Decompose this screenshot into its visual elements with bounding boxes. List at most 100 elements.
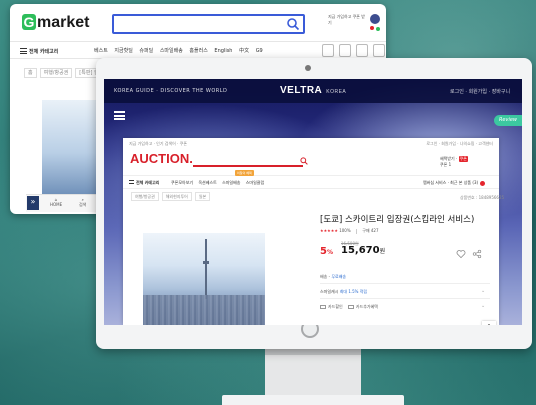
rating-divider — [355, 228, 357, 234]
mypage-icon[interactable] — [339, 44, 351, 57]
rating-percent: 100% — [339, 228, 351, 233]
hamburger-menu-icon[interactable] — [114, 111, 125, 120]
nav-link[interactable]: English — [214, 48, 232, 54]
chevron-down-icon[interactable]: ⌄ — [481, 303, 485, 309]
gmarket-category-menu[interactable]: 전체 카테고리 — [20, 47, 58, 55]
breadcrumb-item[interactable]: 여행/항공권 — [39, 68, 73, 78]
product-title: [도쿄] 스카이트리 입장권(스킵라인 서비스) — [320, 215, 475, 225]
review-count: 구매 427 — [362, 228, 379, 233]
nav-right-label: 멤버십 서비스 · 최근 본 상품 (3) — [423, 180, 479, 185]
recent-icon[interactable] — [356, 44, 368, 57]
monitor-stand-base — [222, 395, 404, 405]
star-rating-icon: ★★★★★ — [320, 228, 338, 233]
coupon-icon[interactable] — [322, 44, 334, 57]
price-value: 15,670 — [341, 245, 380, 256]
card-benefits[interactable]: 카드할인 카드추가혜택 — [320, 304, 378, 310]
hot-tag: 이달의 혜택 — [235, 170, 254, 176]
monitor-stand-neck — [265, 349, 361, 396]
promo-line-1: 혜택받기 · — [440, 156, 458, 161]
scroll-top-button[interactable]: ^ — [482, 321, 496, 325]
card-icon — [347, 305, 354, 309]
veltra-logo[interactable]: VELTRA KOREA — [280, 85, 346, 96]
chevron-up-icon: ^ — [486, 323, 493, 325]
nav-link[interactable]: G9 — [256, 48, 263, 54]
veltra-brand: VELTRA — [280, 85, 323, 96]
auction-nav-right[interactable]: 멤버십 서비스 · 최근 본 상품 (3) — [423, 180, 486, 186]
nav-link[interactable]: 中文 — [239, 48, 249, 54]
breadcrumb-item[interactable]: 일본 — [194, 192, 211, 201]
breadcrumb-item[interactable]: 해외현지투어 — [161, 192, 192, 201]
product-image[interactable] — [143, 233, 265, 325]
chevron-down-icon[interactable]: ⌄ — [481, 288, 485, 294]
nav-link[interactable]: 베스트 — [94, 48, 108, 54]
tower-deck-graphic — [203, 261, 209, 264]
city-graphic — [143, 295, 265, 325]
menu-icon — [129, 180, 134, 184]
card-icon — [320, 305, 326, 309]
gmarket-category-label: 전체 카테고리 — [29, 49, 59, 55]
shipping-value: 무료배송 — [331, 274, 347, 279]
gmarket-logo[interactable]: Gmarket — [22, 14, 89, 32]
auction-top-left[interactable]: 지금 가입하고 · 인기 검색어 · 쿠폰 — [129, 141, 187, 146]
cart-icon[interactable] — [373, 44, 385, 57]
auction-promo[interactable]: 혜택받기 · 쿠폰 쿠폰 1 — [440, 156, 468, 168]
menu-icon — [20, 48, 27, 54]
monitor-stand-shadow — [265, 349, 361, 355]
breadcrumb-item[interactable]: 여행/항공권 — [131, 192, 159, 201]
smile-label: 스마일캐시 — [320, 289, 339, 294]
gmarket-nav-links: 베스트 지금핫딜 슈퍼딜 스마일배송 홈플러스 English 中文 G9 — [94, 47, 268, 54]
expand-button[interactable]: » — [27, 196, 39, 210]
veltra-account-links[interactable]: 로그인 · 회원가입 · 장바구니 — [450, 88, 510, 95]
discount-percent: 5% — [320, 246, 333, 257]
home-button[interactable]: ⌂ HOME — [50, 197, 62, 207]
shipping-info: 배송 - 무료배송 — [320, 274, 346, 280]
nav-link[interactable]: 슈퍼딜 — [139, 48, 153, 54]
search-icon[interactable] — [300, 157, 308, 165]
nav-link[interactable]: 스마일배송 — [222, 180, 240, 185]
auction-top-right[interactable]: 로그인 · 회원가입 · 나의쇼핑 · 고객센터 — [426, 141, 493, 147]
search-icon[interactable] — [286, 17, 300, 31]
gmarket-nav-bar: 전체 카테고리 베스트 지금핫딜 슈퍼딜 스마일배송 홈플러스 English … — [10, 41, 386, 59]
veltra-left-text: KOREA GUIDE · DISCOVER THE WORLD — [114, 88, 228, 94]
smile-value: 최대 1.5% 적립 — [339, 289, 368, 294]
gmarket-logo-initial: G — [22, 14, 36, 30]
divider — [320, 298, 490, 299]
nav-link[interactable]: 홈플러스 — [189, 48, 207, 54]
promo-graphic-icon — [370, 14, 380, 31]
tower-graphic — [205, 239, 207, 299]
heart-icon[interactable] — [456, 249, 466, 259]
gmarket-header: Gmarket 지금 가입하고 쿠폰 받기 — [10, 4, 386, 40]
promo-line-2: 쿠폰 1 — [440, 162, 452, 167]
nav-link[interactable]: 지금핫딜 — [114, 48, 132, 54]
shipping-label: 배송 - — [320, 274, 331, 279]
product-number: 상품번호 : 1848956625 — [460, 195, 505, 200]
auction-category-menu[interactable]: 전체 카테고리 — [129, 180, 159, 186]
notification-dot-icon — [480, 180, 486, 186]
share-icon[interactable] — [472, 249, 482, 259]
breadcrumb-item[interactable]: 홈 — [24, 68, 37, 78]
auction-breadcrumb: 여행/항공권 해외현지투어 일본 상품번호 : 1848956625 — [131, 192, 504, 201]
home-label: HOME — [50, 202, 63, 207]
bottom-search-button[interactable]: ⌕ 검색 — [79, 197, 86, 208]
auction-nav-bar: 전체 카테고리 쿠폰모아보기 옥션베스트 스마일배송 스마일클럽 이달의 혜택 … — [123, 170, 499, 189]
product-rating[interactable]: ★★★★★ 100% 구매 427 — [320, 228, 379, 234]
smile-cash-info[interactable]: 스마일캐시 최대 1.5% 적립 — [320, 289, 367, 295]
monitor-screen: KOREA GUIDE · DISCOVER THE WORLD VELTRA K… — [104, 79, 522, 325]
discount-value: 5 — [320, 246, 327, 257]
sale-price: 15,670원 — [341, 245, 385, 256]
nav-link[interactable]: 옥션베스트 — [198, 180, 216, 185]
bottom-search-label: 검색 — [79, 202, 87, 207]
auction-logo[interactable]: AUCTION. — [130, 151, 193, 166]
veltra-region: KOREA — [326, 89, 347, 95]
camera-icon — [305, 65, 311, 71]
gmarket-search-input[interactable] — [112, 14, 305, 34]
review-tag[interactable]: Review — [494, 115, 522, 126]
price-unit: 원 — [379, 248, 386, 255]
auction-search-input[interactable] — [193, 165, 303, 167]
promo-badge: 쿠폰 — [458, 156, 468, 162]
gmarket-user-icons — [322, 44, 386, 59]
nav-link[interactable]: 스마일배송 — [160, 48, 183, 54]
nav-link[interactable]: 스마일클럽 — [246, 180, 264, 185]
gmarket-promo-text[interactable]: 지금 가입하고 쿠폰 받기 — [328, 14, 368, 26]
nav-link[interactable]: 쿠폰모아보기 — [171, 180, 193, 185]
